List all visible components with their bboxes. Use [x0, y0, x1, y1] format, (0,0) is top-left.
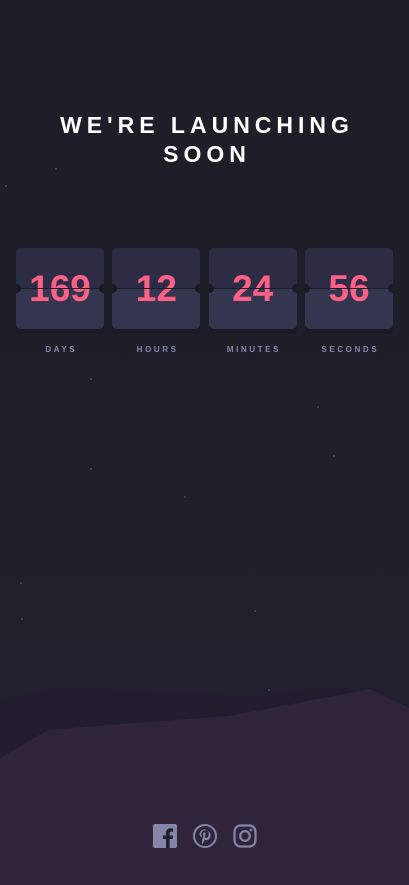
hours-label: HOURS — [136, 345, 179, 354]
countdown-page: WE'RE LAUNCHING SOON 169 DAYS 12 HOURS 2… — [0, 0, 409, 885]
card-notch-right — [291, 284, 297, 293]
countdown-days: 169 DAYS — [16, 248, 104, 354]
countdown-minutes: 24 MINUTES — [208, 248, 297, 354]
star-decoration — [90, 468, 92, 470]
countdown-timer: 169 DAYS 12 HOURS 24 MINUTES 56 SECONDS — [16, 248, 393, 354]
flip-card: 56 — [304, 248, 393, 329]
star-decoration — [254, 610, 256, 612]
star-decoration — [20, 582, 22, 584]
star-decoration — [5, 185, 7, 187]
hills-background — [0, 686, 409, 885]
flip-card-divider — [208, 288, 297, 289]
flip-card-divider — [112, 288, 201, 289]
countdown-hours: 12 HOURS — [112, 248, 201, 354]
pinterest-icon[interactable] — [192, 824, 217, 848]
card-notch-right — [195, 284, 201, 293]
star-decoration — [317, 406, 319, 408]
flip-card-divider — [304, 288, 393, 289]
flip-card: 169 — [16, 248, 104, 329]
star-decoration — [184, 496, 186, 498]
star-decoration — [21, 618, 23, 620]
social-links — [0, 824, 409, 848]
title-line-1: WE'RE LAUNCHING — [60, 112, 354, 138]
card-notch-right — [387, 284, 393, 293]
flip-card: 24 — [208, 248, 297, 329]
star-decoration — [333, 455, 335, 457]
flip-card-divider — [16, 288, 104, 289]
days-label: DAYS — [45, 345, 78, 354]
countdown-seconds: 56 SECONDS — [304, 248, 393, 354]
seconds-label: SECONDS — [321, 345, 380, 354]
flip-card: 12 — [112, 248, 201, 329]
card-notch-right — [99, 284, 104, 293]
page-title: WE'RE LAUNCHING SOON — [0, 111, 409, 169]
star-decoration — [90, 378, 92, 380]
minutes-label: MINUTES — [226, 345, 282, 354]
facebook-icon[interactable] — [152, 824, 177, 848]
title-line-2: SOON — [163, 141, 251, 167]
instagram-icon[interactable] — [232, 824, 257, 848]
